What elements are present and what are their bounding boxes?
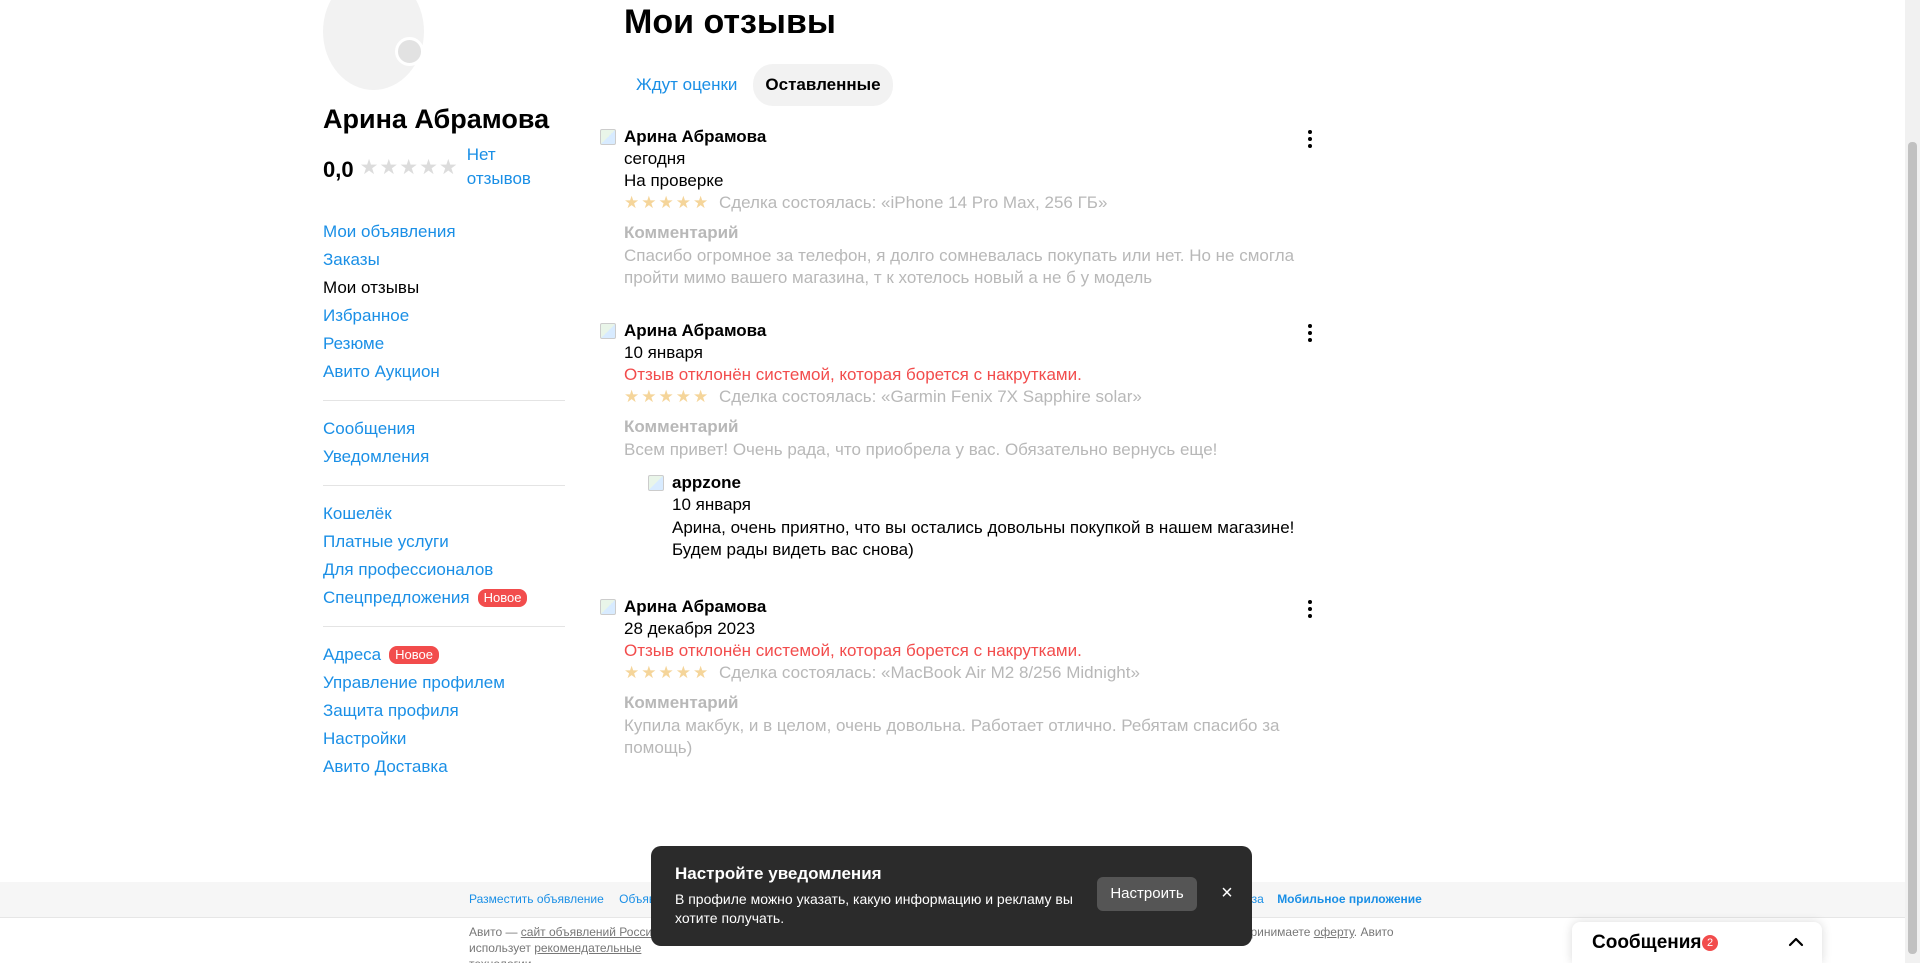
messages-widget-label: Сообщения <box>1592 932 1702 953</box>
user-name: Арина Абрамова <box>323 104 550 134</box>
review-deal-text: Сделка состоялась: «MacBook Air M2 8/256… <box>718 663 1140 682</box>
page-scrollbar[interactable] <box>1905 0 1920 963</box>
new-badge: Новое <box>389 646 439 664</box>
sidebar-item-my-ads[interactable]: Мои объявления <box>323 218 565 246</box>
sidebar-item-wallet[interactable]: Кошелёк <box>323 500 565 528</box>
footer-link-ads[interactable]: Объяв <box>619 892 655 906</box>
more-options-icon[interactable] <box>1306 323 1314 343</box>
review-status: Отзыв отклонён системой, которая борется… <box>624 641 1082 660</box>
comment-title: Комментарий <box>624 693 739 712</box>
sidebar-item-messages[interactable]: Сообщения <box>323 415 565 443</box>
review-stars-icon: ★★★★★ <box>624 193 711 212</box>
no-reviews-link[interactable]: Нет отзывов <box>467 143 537 191</box>
broken-avatar-icon <box>600 129 616 145</box>
avatar-status-dot <box>395 37 424 66</box>
rating-stars-icon: ★★★★★ <box>359 156 459 179</box>
sidebar-item-delivery[interactable]: Авито Доставка <box>323 753 565 781</box>
chevron-up-icon[interactable] <box>1786 932 1806 952</box>
sidebar-menu: Мои объявления Заказы Мои отзывы Избранн… <box>323 218 565 809</box>
review-status: На проверке <box>624 171 724 190</box>
review-deal-text: Сделка состоялась: «iPhone 14 Pro Max, 2… <box>718 193 1108 212</box>
close-icon[interactable]: × <box>1215 881 1239 905</box>
menu-group-settings: Адреса Новое Управление профилем Защита … <box>323 641 565 795</box>
review-tabs: Ждут оценки Оставленные <box>624 64 893 106</box>
sidebar-item-my-reviews[interactable]: Мои отзывы <box>323 274 565 302</box>
review-deal-text: Сделка состоялась: «Garmin Fenix 7X Sapp… <box>718 387 1142 406</box>
review-author: Арина Абрамова <box>624 127 767 146</box>
footer-links-right: ольза Мобильное приложение <box>1232 892 1422 906</box>
more-options-icon[interactable] <box>1306 599 1314 619</box>
review-status: Отзыв отклонён системой, которая борется… <box>624 365 1082 384</box>
rating-value: 0,0 <box>323 157 354 182</box>
menu-group-main: Мои объявления Заказы Мои отзывы Избранн… <box>323 218 565 401</box>
review-date: 28 декабря 2023 <box>624 619 756 638</box>
broken-avatar-icon <box>648 475 664 491</box>
notifications-toast: Настройте уведомления В профиле можно ук… <box>651 846 1252 946</box>
review-comment: Всем привет! Очень рада, что приобрела у… <box>624 440 1218 459</box>
legal-text: . Авито <box>1353 925 1394 939</box>
comment-title: Комментарий <box>624 417 739 436</box>
sidebar-item-auction[interactable]: Авито Аукцион <box>323 358 565 386</box>
sidebar-item-notifications[interactable]: Уведомления <box>323 443 565 471</box>
review-author: Арина Абрамова <box>624 321 767 340</box>
avatar[interactable] <box>323 0 424 90</box>
sidebar-item-addresses[interactable]: Адреса Новое <box>323 641 565 669</box>
sidebar-item-special-offers[interactable]: Спецпредложения Новое <box>323 584 565 612</box>
sidebar-item-profile-protection[interactable]: Защита профиля <box>323 697 565 725</box>
review-stars-icon: ★★★★★ <box>624 663 711 682</box>
sidebar-item-settings[interactable]: Настройки <box>323 725 565 753</box>
menu-group-finance: Кошелёк Платные услуги Для профессионало… <box>323 500 565 627</box>
sidebar-item-for-pros[interactable]: Для профессионалов <box>323 556 565 584</box>
rating-row: 0,0 ★★★★★ Нет отзывов <box>323 143 537 191</box>
unread-count-badge: 2 <box>1702 935 1718 951</box>
configure-button[interactable]: Настроить <box>1097 877 1197 911</box>
toast-text: В профиле можно указать, какую информаци… <box>675 891 1073 926</box>
comment-title: Комментарий <box>624 223 739 242</box>
menu-group-communication: Сообщения Уведомления <box>323 415 565 486</box>
more-options-icon[interactable] <box>1306 129 1314 149</box>
reply-author: appzone <box>672 473 741 492</box>
footer-link-offer[interactable]: оферту <box>1314 925 1354 939</box>
sidebar-item-label: Спецпредложения <box>323 588 470 607</box>
footer-legal-left: Авито — сайт объявлений России. использу… <box>469 924 669 963</box>
review-deal: ★★★★★ Сделка состоялась: «MacBook Air M2… <box>624 663 1140 683</box>
sidebar-item-resume[interactable]: Резюме <box>323 330 565 358</box>
sidebar-item-paid-services[interactable]: Платные услуги <box>323 528 565 556</box>
footer-links-left: Разместить объявление Объяв <box>469 892 667 906</box>
review-comment: Купила макбук, и в целом, очень довольна… <box>624 716 1280 757</box>
reply-date: 10 января <box>672 495 751 514</box>
sidebar-item-label: Адреса <box>323 645 382 664</box>
broken-avatar-icon <box>600 323 616 339</box>
page-title: Мои отзывы <box>624 3 836 41</box>
footer-link-post-ad[interactable]: Разместить объявление <box>469 892 604 906</box>
review-date: 10 января <box>624 343 703 362</box>
scrollbar-thumb[interactable] <box>1908 142 1917 954</box>
legal-text: Авито — <box>469 925 521 939</box>
footer-link-mobile-app[interactable]: Мобильное приложение <box>1277 892 1422 906</box>
review-deal: ★★★★★ Сделка состоялась: «Garmin Fenix 7… <box>624 387 1142 407</box>
legal-text: . <box>531 957 534 963</box>
messages-widget[interactable]: Сообщения 2 <box>1572 922 1822 963</box>
review-stars-icon: ★★★★★ <box>624 387 711 406</box>
legal-text: использует <box>469 941 535 955</box>
sidebar-item-profile-management[interactable]: Управление профилем <box>323 669 565 697</box>
footer-link-site[interactable]: сайт объявлений России <box>521 925 659 939</box>
sidebar-item-favorites[interactable]: Избранное <box>323 302 565 330</box>
tab-awaiting[interactable]: Ждут оценки <box>624 64 749 106</box>
new-badge: Новое <box>477 589 528 607</box>
tab-left[interactable]: Оставленные <box>753 64 893 106</box>
review-author: Арина Абрамова <box>624 597 767 616</box>
review-date: сегодня <box>624 149 686 168</box>
review-deal: ★★★★★ Сделка состоялась: «iPhone 14 Pro … <box>624 193 1107 213</box>
review-comment: Спасибо огромное за телефон, я долго сом… <box>624 246 1295 287</box>
toast-title: Настройте уведомления <box>675 864 882 883</box>
sidebar-item-orders[interactable]: Заказы <box>323 246 565 274</box>
footer-legal-right: ы принимаете оферту. Авито <box>1232 924 1394 940</box>
broken-avatar-icon <box>600 599 616 615</box>
reply-text: Арина, очень приятно, что вы остались до… <box>672 518 1295 559</box>
